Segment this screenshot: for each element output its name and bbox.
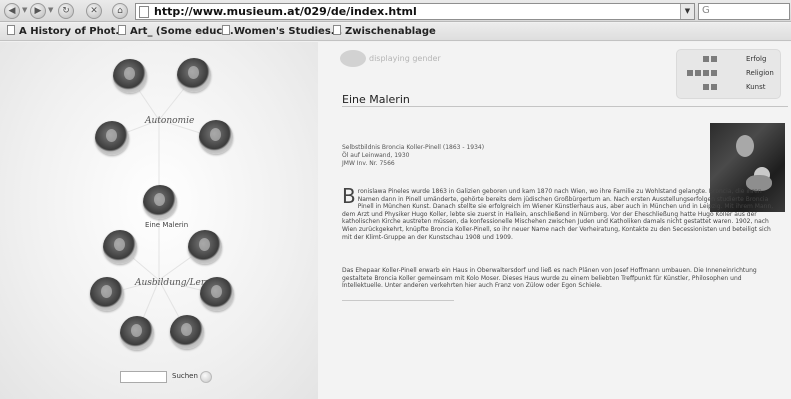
portrait-link[interactable]: [120, 316, 154, 350]
caption-line: Selbstbildnis Broncia Koller-Pinell (186…: [342, 144, 485, 151]
article-paragraph: Bronislawa Pineles wurde 1863 in Galizie…: [342, 184, 782, 241]
portrait-link[interactable]: [200, 277, 234, 311]
group-label-autonomie[interactable]: Autonomie: [145, 116, 194, 126]
menu-item-erfolg[interactable]: Erfolg: [746, 55, 766, 63]
menu-square-icon: [711, 84, 717, 90]
painting-caption: Selbstbildnis Broncia Koller-Pinell (186…: [342, 144, 484, 168]
back-button[interactable]: ◀: [4, 3, 20, 19]
bookmark-item[interactable]: Art_ (Some educ...: [118, 25, 234, 37]
center-label[interactable]: Eine Malerin: [145, 221, 188, 229]
portrait-link[interactable]: [95, 121, 129, 155]
site-menu: Erfolg Religion Kunst: [676, 49, 781, 99]
article-paragraph: Das Ehepaar Koller-Pinell erwarb ein Hau…: [342, 267, 757, 290]
site-logo-text[interactable]: displaying gender: [369, 54, 441, 63]
portrait-link[interactable]: [199, 120, 233, 154]
menu-square-icon: [703, 84, 709, 90]
menu-square-icon: [703, 56, 709, 62]
page-icon: [139, 6, 149, 18]
content-area: displaying gender Erfolg Religion Kunst …: [318, 42, 791, 399]
portrait-link[interactable]: [90, 277, 124, 311]
site-search-input[interactable]: [120, 371, 167, 383]
caption-line: JMW Inv. Nr. 7566: [342, 160, 395, 167]
caption-line: Öl auf Leinwand, 1930: [342, 152, 410, 159]
paragraph-text: ronislawa Pineles wurde 1863 in Galizien…: [342, 188, 774, 241]
search-button-label[interactable]: Suchen: [172, 372, 198, 380]
forward-button[interactable]: ▶: [30, 3, 46, 19]
article-end-divider: [342, 300, 454, 301]
bookmark-item[interactable]: Zwischenablage: [333, 25, 436, 37]
url-text[interactable]: http://www.musieum.at/029/de/index.html: [154, 5, 417, 18]
menu-square-icon: [687, 70, 693, 76]
forward-dropdown-icon[interactable]: ▼: [48, 6, 53, 14]
menu-square-icon: [711, 70, 717, 76]
menu-square-icon: [711, 56, 717, 62]
drop-cap: B: [342, 184, 356, 208]
portrait-link[interactable]: [103, 230, 137, 264]
portrait-navigation: Autonomie Eine Malerin Ausbildung/Lernen…: [0, 42, 318, 399]
url-bar[interactable]: http://www.musieum.at/029/de/index.html …: [135, 3, 695, 20]
reload-button[interactable]: ↻: [58, 3, 74, 19]
url-dropdown-icon[interactable]: ▼: [680, 4, 694, 19]
search-engine-icon[interactable]: G: [702, 5, 710, 16]
menu-item-religion[interactable]: Religion: [746, 69, 774, 77]
folder-icon: [118, 25, 126, 35]
bookmark-item[interactable]: A History of Phot...: [7, 25, 127, 37]
folder-icon: [7, 25, 15, 35]
search-bar[interactable]: G: [698, 3, 790, 20]
portrait-link[interactable]: [177, 58, 211, 92]
portrait-link[interactable]: [170, 315, 204, 349]
title-divider: [342, 106, 788, 107]
back-dropdown-icon[interactable]: ▼: [22, 6, 27, 14]
menu-square-icon: [695, 70, 701, 76]
center-portrait-link[interactable]: [143, 185, 177, 219]
menu-square-icon: [703, 70, 709, 76]
portrait-link[interactable]: [188, 230, 222, 264]
portrait-link[interactable]: [113, 59, 147, 93]
stop-button[interactable]: ✕: [86, 3, 102, 19]
folder-icon: [333, 25, 341, 35]
browser-toolbar: ◀ ▼ ▶ ▼ ↻ ✕ ⌂ http://www.musieum.at/029/…: [0, 0, 791, 22]
bookmarks-bar: A History of Phot... Art_ (Some educ... …: [0, 23, 791, 41]
folder-icon: [222, 25, 230, 35]
site-logo-icon[interactable]: [340, 50, 366, 67]
home-button[interactable]: ⌂: [112, 3, 128, 19]
page-title: Eine Malerin: [342, 93, 410, 106]
menu-item-kunst[interactable]: Kunst: [746, 83, 766, 91]
bookmark-item[interactable]: Women's Studies...: [222, 25, 342, 37]
search-go-icon[interactable]: [200, 371, 212, 383]
